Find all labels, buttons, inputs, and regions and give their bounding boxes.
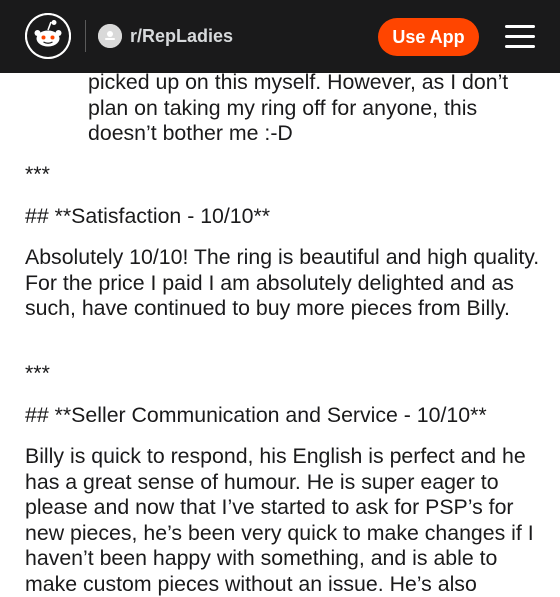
use-app-button[interactable]: Use App: [378, 18, 479, 56]
heading-satisfaction: ## **Satisfaction - 10/10**: [25, 204, 271, 228]
header-divider: [85, 20, 86, 52]
paragraph-satisfaction: Absolutely 10/10! The ring is beautiful …: [25, 245, 540, 320]
paragraph-seller-communication: Billy is quick to respond, his English i…: [25, 444, 534, 596]
menu-line: [505, 35, 535, 38]
reddit-snoo-icon[interactable]: [25, 13, 71, 59]
heading-seller-communication: ## **Seller Communication and Service - …: [25, 403, 487, 427]
subreddit-name[interactable]: r/RepLadies: [130, 24, 233, 48]
hamburger-menu-icon[interactable]: [503, 22, 537, 52]
blockquote-text: picked up on this myself. However, as I …: [88, 70, 509, 145]
post-body: picked up on this myself. However, as I …: [0, 0, 560, 596]
subreddit-avatar-icon[interactable]: [98, 24, 122, 48]
top-navigation-bar: r/RepLadies Use App: [0, 0, 560, 73]
menu-line: [505, 25, 535, 28]
separator: ***: [25, 361, 50, 385]
separator: ***: [25, 162, 50, 186]
menu-line: [505, 45, 535, 48]
